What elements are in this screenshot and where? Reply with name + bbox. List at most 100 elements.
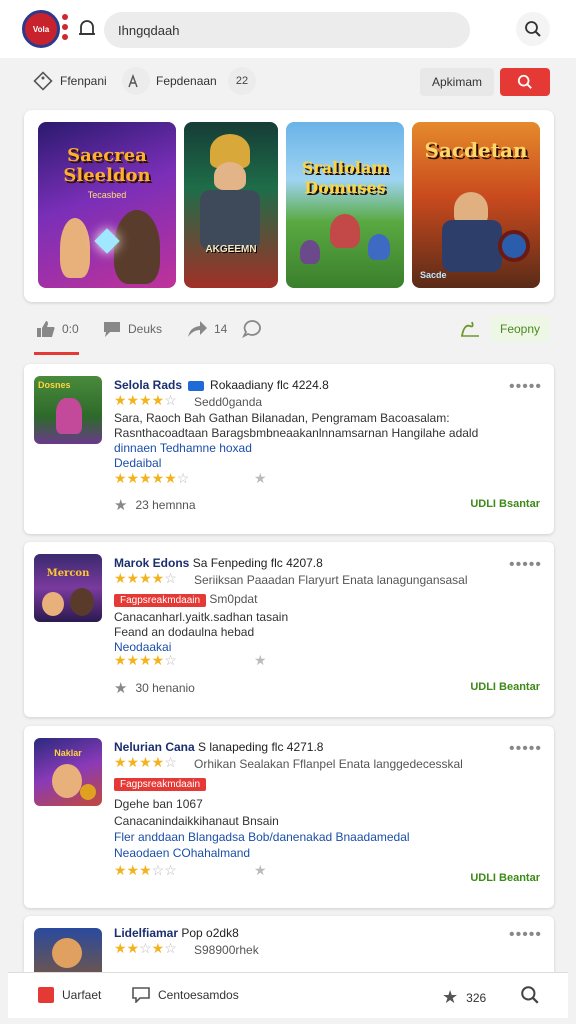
game-card-2[interactable]: Mercon Marok Edons Sa Fenpeding flc 4207… — [24, 542, 554, 717]
filter-chip-3[interactable]: 22 — [228, 67, 256, 95]
game-thumbnail-4[interactable] — [34, 928, 102, 972]
game-thumbnail-1[interactable]: Dosnes — [34, 376, 102, 444]
featured-subtitle-1: Tecasbed — [87, 190, 127, 200]
favorite-star-icon[interactable]: ★ — [254, 862, 267, 879]
search-icon — [525, 21, 541, 37]
card-tag-2: Fagpsreakmdaain — [114, 594, 207, 607]
card-sub-4: S98900rhek — [194, 943, 259, 957]
bottom-item-3[interactable]: ★ 326 — [442, 987, 486, 1008]
more-icon[interactable]: ••••• — [509, 556, 542, 574]
hero-figure — [114, 210, 160, 284]
popular-button[interactable]: Feopny — [490, 316, 550, 342]
comment-count: Deuks — [128, 322, 163, 336]
verified-badge-icon — [188, 380, 205, 391]
game-thumbnail-2[interactable]: Mercon — [34, 554, 102, 622]
card-link-3a[interactable]: Fler anddaan Blangadsa Bob/danenakad Bna… — [114, 830, 410, 844]
notification-dots-icon — [62, 14, 68, 40]
star-icon: ★ — [114, 497, 128, 514]
game-thumbnail-3[interactable]: Naklar — [34, 738, 102, 806]
card-link-1a[interactable]: dinnaen Tedhamne hoxad — [114, 441, 252, 455]
featured-banner-4[interactable]: Sacdetan Sacde — [412, 122, 540, 288]
card-title-2: Marok Edons Sa Fenpeding flc 4207.8 — [114, 556, 323, 570]
favorite-star-icon[interactable]: ★ — [254, 652, 267, 669]
card-title-3: Nelurian Cana S lanapeding flc 4271.8 — [114, 740, 323, 754]
comment-stat[interactable]: Deuks — [102, 318, 162, 340]
card-title-main-2: Marok Edons — [114, 556, 190, 570]
apply-button-label: Apkimam — [431, 75, 482, 89]
armor-figure — [442, 220, 502, 272]
card-title-rest-3: S lanapeding flc 4271.8 — [198, 740, 324, 754]
card-desc-2a: Canacanharl.yaitk.sadhan tasain — [114, 610, 289, 624]
favorite-star-icon[interactable]: ★ — [254, 470, 267, 487]
share-icon — [188, 321, 207, 337]
featured-subtitle-2: AKGEEMN — [205, 244, 257, 255]
creature-figure — [368, 234, 390, 260]
card-desc-1b: Rasnthacoadtaan Baragsbmbneaakanlnnamsar… — [114, 426, 479, 440]
bottom-search[interactable] — [520, 985, 540, 1005]
apply-button[interactable]: Apkimam — [420, 68, 494, 96]
featured-carousel: Saecrea Sleeldon Tecasbed AKGEEMN Sralio… — [24, 110, 554, 302]
bottom-count: 326 — [466, 990, 487, 1005]
card-action-3[interactable]: UDLI Beantar — [470, 872, 540, 884]
featured-subtitle-4: Sacde — [420, 270, 447, 280]
filter-chip-3-label: 22 — [235, 75, 249, 87]
card-tag-3: Fagpsreakmdaain — [114, 778, 207, 791]
filter-chip-2[interactable]: Fepdenaan — [122, 67, 217, 95]
card-count-1-label: 23 hemnna — [135, 498, 196, 512]
like-stat[interactable]: 0:0 — [36, 318, 79, 340]
featured-title-4: Sacdetan — [424, 138, 528, 162]
game-card-4[interactable]: Lidelfiamar Pop o2dk8 ★★ ☆ ★ ☆ S98900rhek •… — [24, 916, 554, 972]
trend-icon[interactable] — [460, 318, 486, 340]
search-input[interactable]: Ihngqdaah — [104, 12, 470, 48]
card-link-3b[interactable]: Neaodaen COhahalmand — [114, 846, 250, 860]
bottom-item-1[interactable]: Uarfaet — [38, 987, 101, 1003]
card-desc-2b: Feand an dodaulna hebad — [114, 625, 255, 639]
card-tag-row-2: Fagpsreakmdaain Sm0pdat — [114, 592, 257, 607]
top-bar: Vola Ihngqdaah — [0, 0, 576, 58]
card-title-1: Selola Rads Rokaadiany flc 4224.8 — [114, 378, 329, 392]
popular-label: Feopny — [499, 322, 541, 336]
featured-title-3: Sraliolam Domuses — [301, 158, 389, 197]
coin-icon — [80, 784, 96, 800]
red-search-button[interactable] — [500, 68, 550, 96]
card-tag-rest-2: Sm0pdat — [209, 592, 258, 606]
more-icon[interactable]: ••••• — [509, 740, 542, 758]
hero-face — [52, 764, 82, 798]
card-sub-3: Orhikan Sealakan Fflanpel Enata langgede… — [194, 757, 463, 771]
bottom-item-1-label: Uarfaet — [62, 988, 102, 1002]
thumbs-up-icon — [37, 321, 55, 337]
card-count-1: ★ 23 hemnna — [114, 496, 196, 514]
reply-stat[interactable] — [242, 318, 270, 340]
bottom-item-2-label: Centoesamdos — [158, 988, 239, 1002]
filter-chip-1[interactable]: Ffenpani — [32, 67, 107, 95]
bottom-item-2[interactable]: Centoesamdos — [132, 987, 239, 1003]
card-link-1b[interactable]: Dedaibal — [114, 456, 161, 470]
creature-figure — [300, 240, 320, 264]
filter-chip-2-label: Fepdenaan — [156, 74, 217, 88]
bell-icon[interactable] — [78, 18, 96, 40]
rating-stars-2b: ★★★★ ☆ — [114, 652, 177, 668]
card-action-1[interactable]: UDLI Bsantar — [470, 498, 540, 510]
shield-icon — [498, 230, 530, 262]
card-title-rest-1: Rokaadiany flc 4224.8 — [210, 378, 329, 392]
featured-title-1: Saecrea Sleeldon — [63, 145, 151, 186]
game-card-1[interactable]: Dosnes Selola Rads Rokaadiany flc 4224.8 … — [24, 364, 554, 534]
share-stat[interactable]: 14 — [186, 318, 227, 340]
bookmark-icon — [38, 987, 54, 1003]
hero-face — [70, 588, 94, 616]
card-desc-3b: Canacanindaikkihanaut Bnsain — [114, 814, 279, 828]
card-desc-3a: Dgehe ban 1067 — [114, 797, 203, 811]
game-card-3[interactable]: Naklar Nelurian Cana S lanapeding flc 42… — [24, 726, 554, 908]
featured-banner-3[interactable]: Sraliolam Domuses — [286, 122, 404, 288]
featured-banner-2[interactable]: AKGEEMN — [184, 122, 278, 288]
creature-figure — [330, 214, 360, 248]
search-button[interactable] — [516, 12, 550, 46]
card-sub-1: Sedd0ganda — [194, 395, 263, 409]
card-action-2[interactable]: UDLI Beantar — [470, 681, 540, 693]
more-icon[interactable]: ••••• — [509, 926, 542, 944]
app-logo[interactable]: Vola — [22, 10, 60, 48]
more-icon[interactable]: ••••• — [509, 378, 542, 396]
featured-banner-1[interactable]: Saecrea Sleeldon Tecasbed — [38, 122, 176, 288]
creature-figure — [56, 398, 82, 434]
search-icon — [517, 74, 532, 89]
